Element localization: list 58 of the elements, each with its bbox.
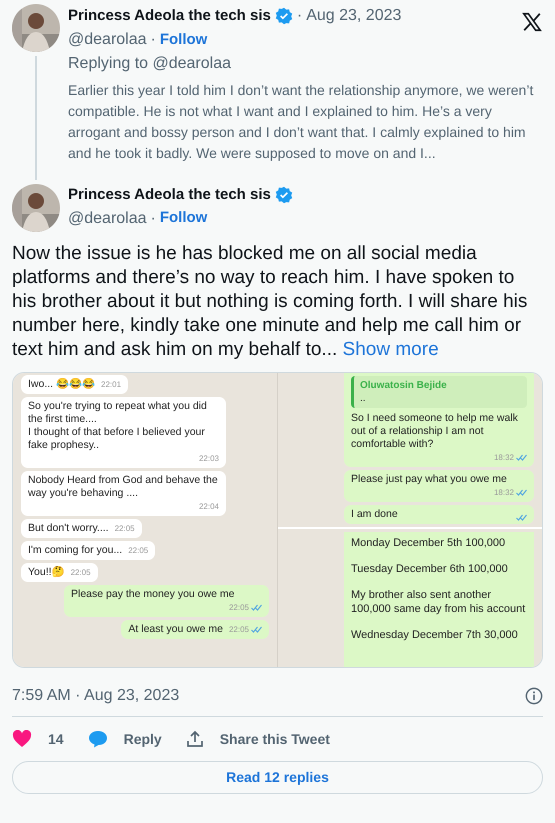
tweet-text: Earlier this year I told him I don’t want the relationship anymore, we weren’t compatible. He is not what I want and I explained to him. He’s a very arrogant and bossy person and I don’t want that. I calmly explained to him and he took it badly. We were supposed to move on and I... bbox=[68, 81, 534, 163]
message-text: Please just pay what you owe me bbox=[351, 473, 507, 486]
message-text: I'm coming for you... bbox=[28, 544, 122, 557]
message-text: But don't worry.... bbox=[28, 522, 109, 535]
user-handle[interactable]: @dearolaa bbox=[68, 28, 147, 52]
follow-link[interactable]: Follow bbox=[160, 28, 208, 52]
message-time: 18:32 bbox=[494, 487, 514, 499]
read-ticks-icon bbox=[251, 604, 262, 611]
read-ticks-icon bbox=[516, 454, 527, 461]
read-ticks-icon bbox=[251, 626, 262, 633]
read-replies-button[interactable]: Read 12 replies bbox=[12, 761, 543, 794]
reply-link[interactable]: Reply bbox=[124, 728, 162, 750]
message-time: 22:05 bbox=[228, 624, 249, 636]
message-time: 22:04 bbox=[198, 501, 219, 513]
separator-dot: · bbox=[150, 30, 156, 50]
share-icon[interactable] bbox=[186, 730, 204, 748]
message-text: Monday December 5th 100,000 bbox=[351, 536, 506, 550]
author-name[interactable]: Princess Adeola the tech sis bbox=[68, 4, 271, 28]
message-text: Please pay the money you owe me bbox=[71, 588, 234, 601]
quoted-name: Oluwatosin Bejide bbox=[360, 379, 448, 392]
author-name[interactable]: Princess Adeola the tech sis bbox=[68, 184, 271, 206]
show-more-link[interactable]: Show more bbox=[342, 339, 439, 360]
heart-icon[interactable] bbox=[12, 730, 32, 748]
message-time: 22:05 bbox=[128, 545, 148, 557]
message-time: 22:05 bbox=[70, 567, 91, 579]
separator-dot: · bbox=[150, 208, 156, 228]
message-text: Iwo... 😂😂😂 bbox=[28, 378, 96, 391]
message-text: So I need someone to help me walk out of a relationship I am not comfortable with? bbox=[351, 412, 519, 451]
tweet-date[interactable]: Aug 23, 2023 bbox=[306, 4, 402, 28]
quoted-text: .. bbox=[360, 392, 367, 405]
verified-icon bbox=[274, 186, 293, 204]
verified-icon bbox=[274, 7, 293, 25]
message-text: You!!🤔 bbox=[28, 566, 65, 579]
tweet-timestamp[interactable]: 7:59 AM · Aug 23, 2023 bbox=[12, 684, 180, 708]
message-time: 18:32 bbox=[494, 452, 514, 464]
x-logo-icon[interactable] bbox=[521, 10, 543, 33]
message-time: 22:03 bbox=[198, 453, 219, 465]
message-text: At least you owe me bbox=[128, 623, 223, 636]
separator-dot: · bbox=[296, 6, 302, 26]
share-link[interactable]: Share this Tweet bbox=[220, 728, 330, 750]
message-text: My brother also sent another 100,000 same day from his account bbox=[351, 588, 526, 616]
message-time: 22:05 bbox=[228, 602, 249, 614]
read-ticks-icon bbox=[516, 514, 527, 521]
info-icon[interactable] bbox=[525, 687, 543, 705]
message-text: Nobody Heard from God and behave the way you're behaving .... bbox=[28, 474, 219, 500]
message-time: 22:05 bbox=[114, 523, 135, 535]
like-count[interactable]: 14 bbox=[48, 728, 64, 750]
message-text: Tuesday December 6th 100,000 bbox=[351, 562, 509, 576]
user-handle[interactable]: @dearolaa bbox=[68, 206, 147, 230]
message-text: Wednesday December 7th 30,000 bbox=[351, 628, 519, 642]
tweet-text: Now the issue is he has blocked me on all social media platforms and there’s no way to reach him. I have spoken to his brother about it but nothing is coming forth. I will share his number here, kindly take one minute and help me call him or text him and ask him on my behalf to... Show more bbox=[12, 242, 528, 362]
replying-to: Replying to @dearolaa bbox=[68, 54, 232, 74]
speech-bubble-icon[interactable] bbox=[88, 730, 108, 748]
message-text: I am done bbox=[351, 508, 398, 521]
message-text: So you're trying to repeat what you did the first time.... I thought of that before I believed your fake prophesy.. bbox=[28, 400, 208, 452]
message-time: 22:01 bbox=[101, 379, 122, 391]
read-ticks-icon bbox=[516, 489, 527, 496]
follow-link[interactable]: Follow bbox=[160, 207, 208, 230]
